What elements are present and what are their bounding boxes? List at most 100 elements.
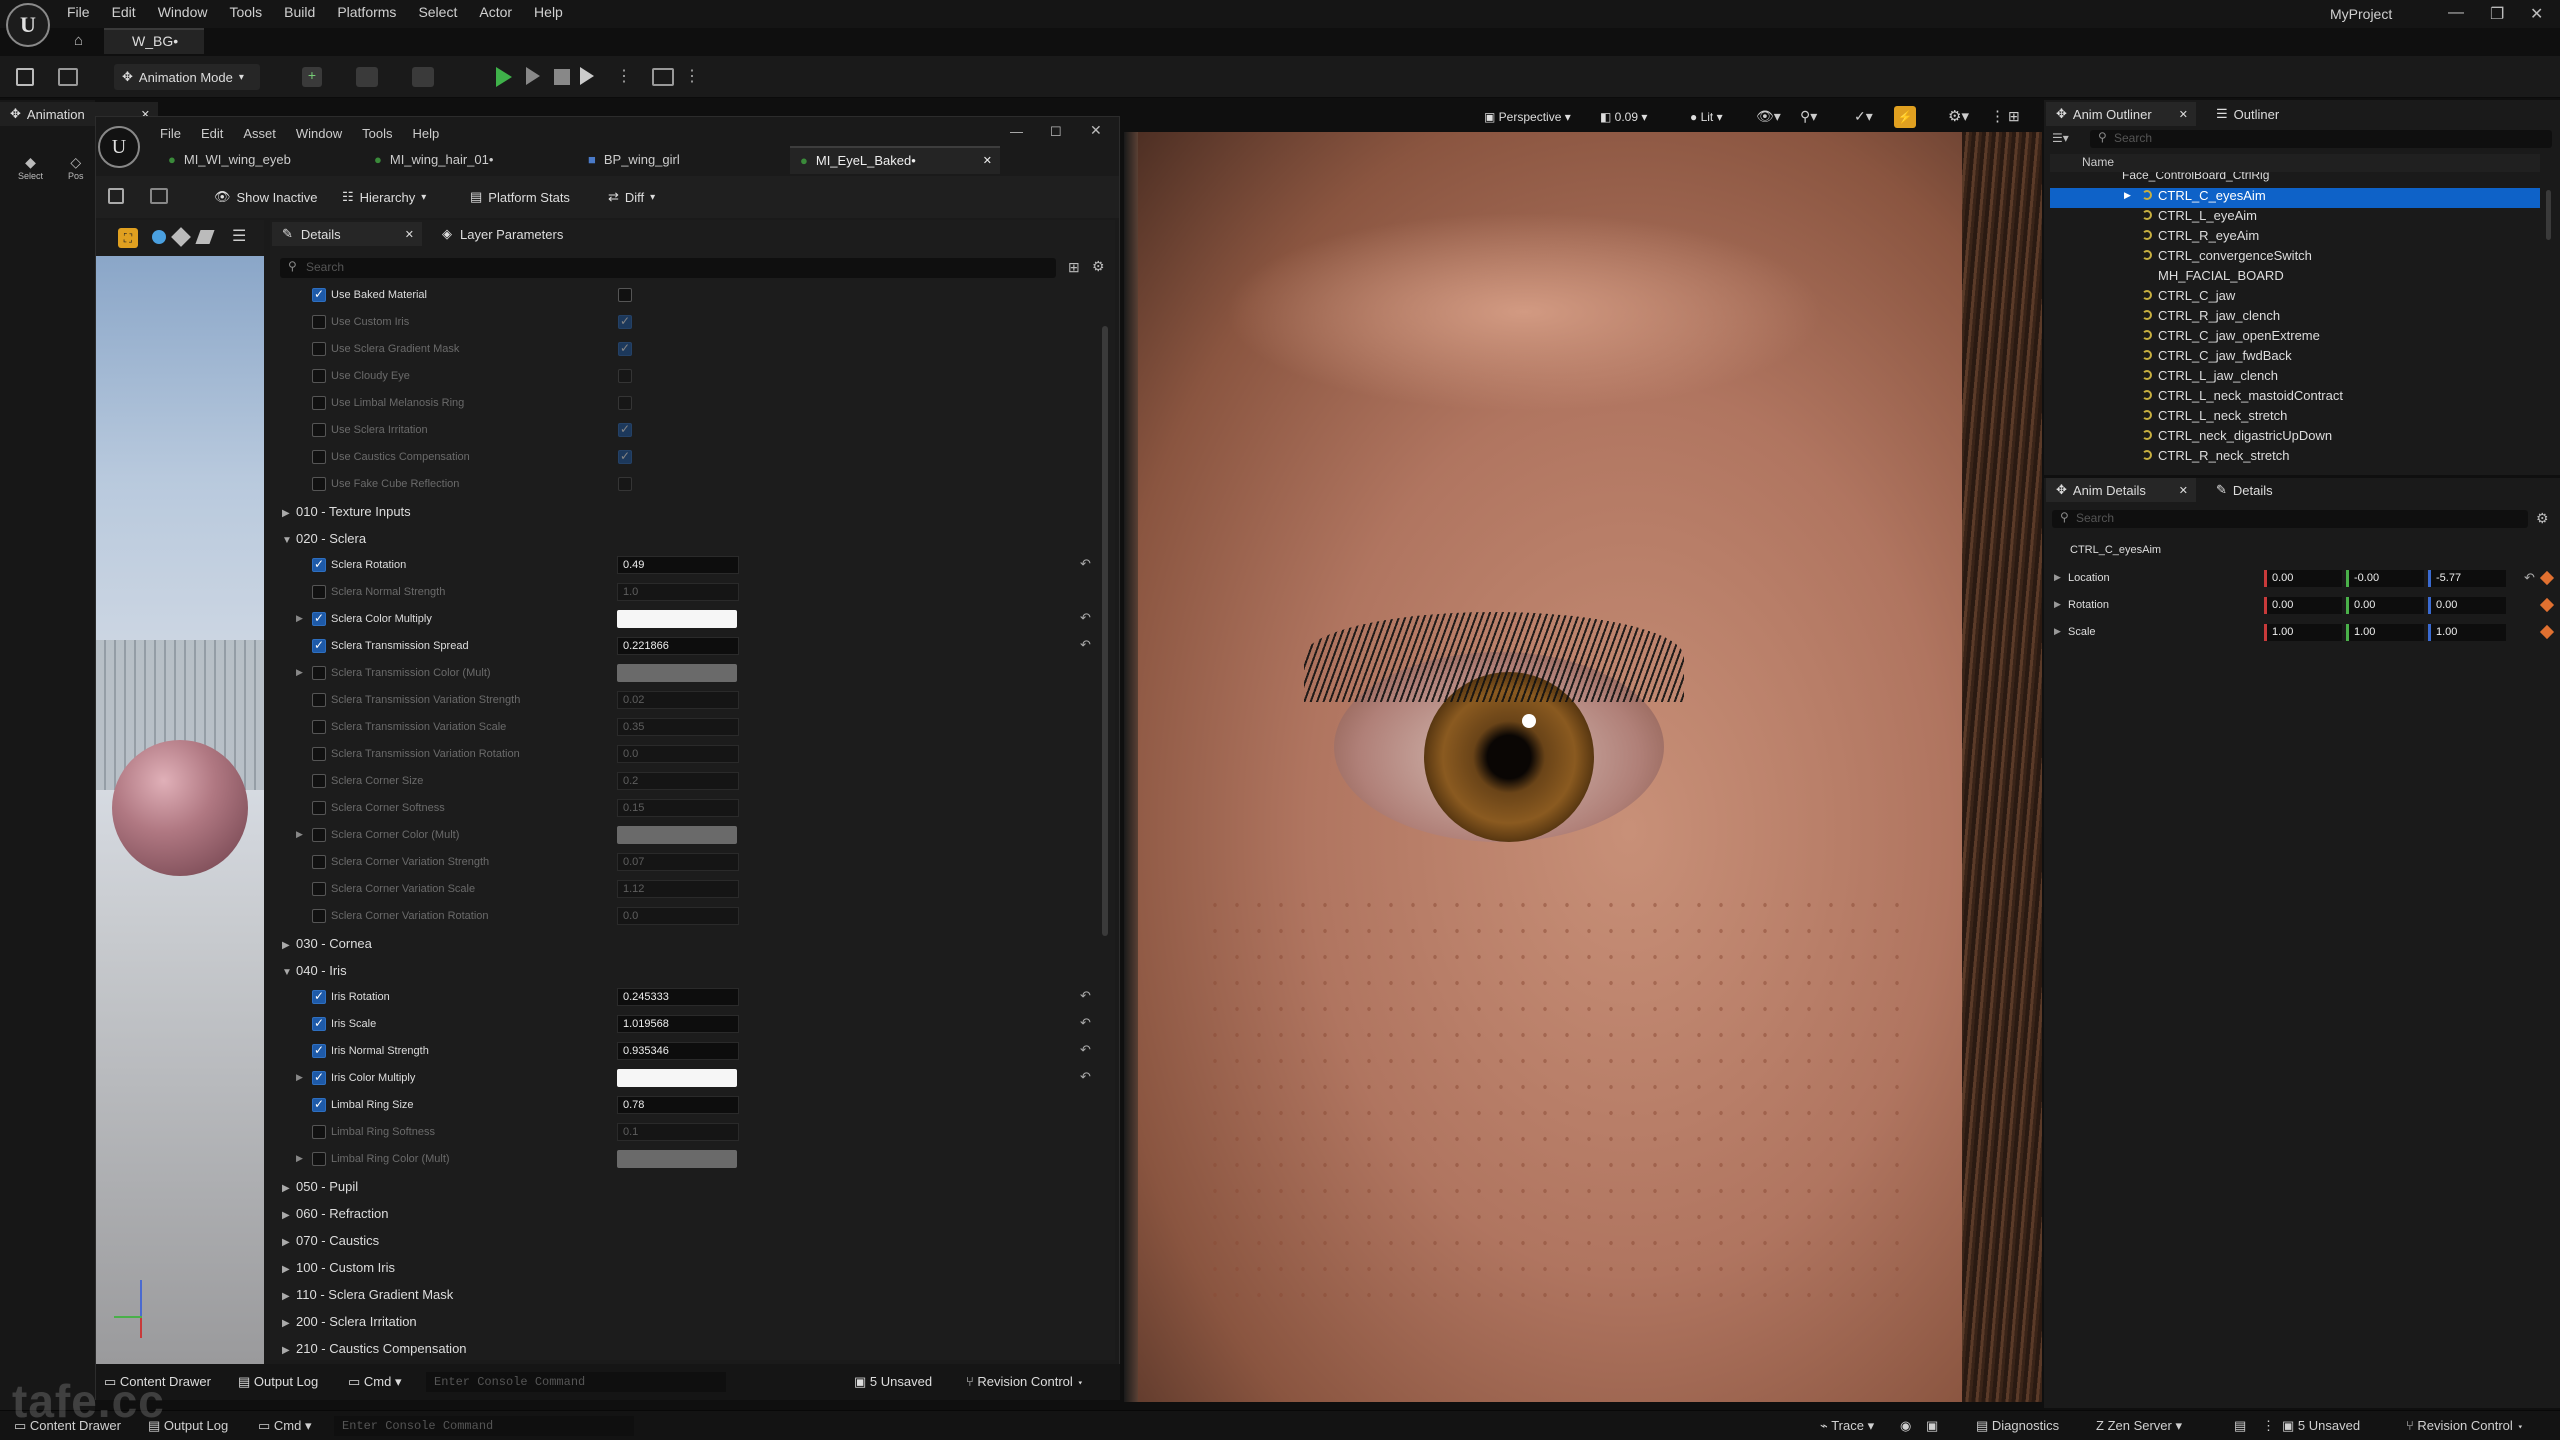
expand-arrow-icon[interactable]: ▶ bbox=[296, 667, 303, 678]
menu-edit[interactable]: Edit bbox=[101, 0, 147, 24]
parameter-value-checkbox[interactable] bbox=[618, 422, 632, 437]
more-options-icon[interactable]: ⋮ bbox=[684, 66, 700, 86]
stop-icon[interactable] bbox=[554, 69, 570, 85]
outliner-row[interactable]: CTRL_R_neck_stretch bbox=[2050, 448, 2540, 468]
outliner-row[interactable]: CTRL_C_jaw_openExtreme bbox=[2050, 328, 2540, 348]
anim-details-tab[interactable]: ✥ Anim Details ✕ bbox=[2046, 478, 2196, 502]
expand-arrow-icon[interactable]: ▶ bbox=[2124, 190, 2131, 201]
parameter-value-input[interactable]: 0.07 bbox=[617, 853, 739, 871]
more-options-icon[interactable]: ⋮ bbox=[616, 66, 632, 86]
param-checkbox[interactable] bbox=[312, 1125, 326, 1139]
transform-z-input[interactable]: -5.77 bbox=[2428, 570, 2506, 587]
outliner-column-header[interactable]: Name bbox=[2050, 154, 2540, 172]
outliner-tab[interactable]: ☰ Outliner bbox=[2206, 102, 2326, 126]
param-checkbox[interactable] bbox=[312, 1016, 326, 1031]
platforms-icon[interactable] bbox=[652, 68, 674, 86]
close-icon[interactable]: ✕ bbox=[983, 154, 992, 167]
param-checkbox[interactable] bbox=[312, 557, 326, 572]
category-header[interactable]: ▶ 030 - Cornea bbox=[282, 936, 372, 951]
expand-arrow-icon[interactable]: ▶ bbox=[296, 1153, 303, 1164]
parameter-value-checkbox[interactable] bbox=[618, 369, 632, 383]
outliner-row[interactable]: CTRL_C_jaw_fwdBack bbox=[2050, 348, 2540, 368]
param-checkbox[interactable] bbox=[312, 396, 326, 410]
settings-icon[interactable]: ⚙ bbox=[2536, 510, 2549, 527]
show-inactive-button[interactable]: 👁 Show Inactive bbox=[206, 184, 325, 210]
category-header[interactable]: ▶ 050 - Pupil bbox=[282, 1179, 358, 1194]
category-header[interactable]: ▼ 040 - Iris bbox=[282, 963, 347, 978]
expand-arrow-icon[interactable]: ▶ bbox=[296, 1072, 303, 1083]
record-icon[interactable]: ◉ bbox=[1900, 1418, 1911, 1434]
mat-menu-tools[interactable]: Tools bbox=[352, 124, 402, 143]
menu-icon[interactable]: ☰ bbox=[232, 226, 246, 246]
param-checkbox[interactable] bbox=[312, 720, 326, 734]
table-view-icon[interactable]: ⊞ bbox=[1068, 259, 1080, 276]
outliner-row[interactable]: CTRL_neck_digastricUpDown bbox=[2050, 428, 2540, 448]
layout-icon[interactable]: ⊞ bbox=[2008, 108, 2020, 125]
step-icon[interactable] bbox=[526, 67, 540, 85]
anim-details-search-input[interactable]: ⚲ Search bbox=[2052, 510, 2528, 528]
snap-icon[interactable]: ⚲▾ bbox=[1800, 108, 1817, 125]
outliner-partial-row[interactable]: Face_ControlBoard_CtrlRig bbox=[2122, 172, 2269, 182]
cinematics-icon[interactable] bbox=[412, 67, 434, 87]
param-checkbox[interactable] bbox=[312, 450, 326, 464]
outliner-row[interactable]: CTRL_convergenceSwitch bbox=[2050, 248, 2540, 268]
param-checkbox[interactable] bbox=[312, 666, 326, 680]
cmd-button[interactable]: ▭ Cmd ▾ bbox=[258, 1418, 312, 1434]
more-options-icon[interactable]: ⋮ bbox=[2262, 1418, 2275, 1434]
parameter-value-input[interactable]: 0.49 bbox=[617, 556, 739, 574]
param-checkbox[interactable] bbox=[312, 423, 326, 437]
select-tool[interactable]: ◆ Select bbox=[18, 154, 43, 181]
param-checkbox[interactable] bbox=[312, 801, 326, 815]
reset-to-default-icon[interactable]: ↶ bbox=[1080, 1069, 1091, 1085]
outliner-scrollbar[interactable] bbox=[2546, 190, 2551, 240]
category-header[interactable]: ▶ 110 - Sclera Gradient Mask bbox=[282, 1287, 453, 1302]
menu-file[interactable]: File bbox=[56, 0, 101, 24]
param-checkbox[interactable] bbox=[312, 1070, 326, 1085]
outliner-row[interactable]: CTRL_L_eyeAim bbox=[2050, 208, 2540, 228]
mode-select[interactable]: ✥ Animation Mode ▾ bbox=[114, 64, 260, 90]
category-header[interactable]: ▼ 020 - Sclera bbox=[282, 531, 366, 546]
diagnostics-button[interactable]: ▤ Diagnostics bbox=[1976, 1418, 2059, 1434]
category-header[interactable]: ▶ 060 - Refraction bbox=[282, 1206, 389, 1221]
parameter-value-input[interactable]: 0.02 bbox=[617, 691, 739, 709]
transform-x-input[interactable]: 0.00 bbox=[2264, 597, 2342, 614]
close-icon[interactable]: ✕ bbox=[405, 228, 414, 241]
param-checkbox[interactable] bbox=[312, 882, 326, 896]
param-checkbox[interactable] bbox=[312, 287, 326, 302]
eject-icon[interactable] bbox=[580, 67, 594, 85]
color-swatch[interactable] bbox=[617, 664, 737, 682]
save-icon[interactable] bbox=[16, 68, 34, 86]
mat-menu-window[interactable]: Window bbox=[286, 124, 352, 143]
param-checkbox[interactable] bbox=[312, 585, 326, 599]
mat-menu-file[interactable]: File bbox=[150, 124, 191, 143]
parameter-value-input[interactable]: 0.0 bbox=[617, 907, 739, 925]
color-swatch[interactable] bbox=[617, 826, 737, 844]
parameter-value-input[interactable]: 0.221866 bbox=[617, 637, 739, 655]
diff-button[interactable]: ⇄ Diff ▾ bbox=[600, 184, 663, 210]
menu-help[interactable]: Help bbox=[523, 0, 574, 24]
close-icon[interactable]: ✕ bbox=[2179, 108, 2188, 121]
material-editor-logo[interactable]: U bbox=[98, 126, 140, 168]
mat-unsaved-button[interactable]: ▣ 5 Unsaved bbox=[854, 1374, 932, 1390]
parameter-value-checkbox[interactable] bbox=[618, 449, 632, 464]
parameter-value-input[interactable]: 0.1 bbox=[617, 1123, 739, 1141]
expand-arrow-icon[interactable]: ▶ bbox=[2054, 572, 2061, 583]
expand-arrow-icon[interactable]: ▶ bbox=[296, 829, 303, 840]
pose-tool[interactable]: ◇ Pos bbox=[68, 154, 84, 181]
outliner-row[interactable]: ▶ CTRL_C_eyesAim bbox=[2050, 188, 2540, 208]
realtime-icon[interactable]: ✓▾ bbox=[1854, 108, 1873, 125]
param-checkbox[interactable] bbox=[312, 638, 326, 653]
mat-tab-eyel-baked[interactable]: ● MI_EyeL_Baked• ✕ bbox=[790, 146, 1000, 174]
reset-to-default-icon[interactable]: ↶ bbox=[2524, 570, 2535, 586]
category-header[interactable]: ▶ 070 - Caustics bbox=[282, 1233, 379, 1248]
expand-arrow-icon[interactable]: ▶ bbox=[296, 613, 303, 624]
document-tab[interactable]: W_BG• bbox=[104, 28, 204, 54]
save-icon[interactable] bbox=[108, 188, 124, 204]
parameter-value-checkbox[interactable] bbox=[618, 288, 632, 302]
settings-icon[interactable]: ⚙ bbox=[1092, 258, 1105, 275]
param-checkbox[interactable] bbox=[312, 855, 326, 869]
derived-data-icon[interactable]: ▤ bbox=[2234, 1418, 2246, 1434]
transform-z-input[interactable]: 1.00 bbox=[2428, 624, 2506, 641]
zen-server-button[interactable]: Z Zen Server ▾ bbox=[2096, 1418, 2182, 1434]
parameter-value-input[interactable]: 0.0 bbox=[617, 745, 739, 763]
